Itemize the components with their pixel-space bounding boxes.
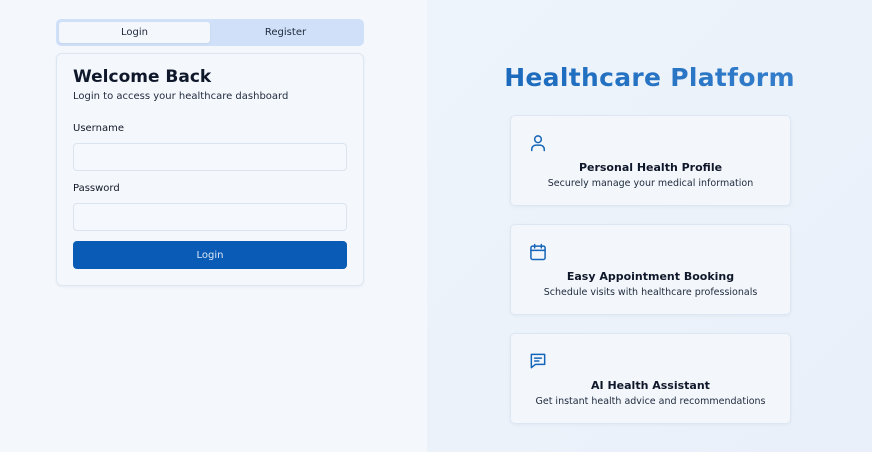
platform-title: Healthcare Platform xyxy=(427,63,872,92)
feature-card-booking: Easy Appointment Booking Schedule visits… xyxy=(510,224,791,315)
calendar-icon xyxy=(530,243,546,261)
feature-description: Securely manage your medical information xyxy=(547,178,754,189)
feature-card-assistant: AI Health Assistant Get instant health a… xyxy=(510,333,791,424)
tab-register[interactable]: Register xyxy=(210,22,361,43)
chat-icon xyxy=(530,353,546,369)
user-icon xyxy=(531,135,545,152)
feature-card-profile: Personal Health Profile Securely manage … xyxy=(510,115,791,206)
feature-description: Get instant health advice and recommenda… xyxy=(535,396,766,407)
feature-title: Personal Health Profile xyxy=(578,161,723,174)
tab-login[interactable]: Login xyxy=(59,22,210,43)
username-input[interactable] xyxy=(73,143,347,171)
password-label: Password xyxy=(73,183,120,194)
password-input[interactable] xyxy=(73,203,347,231)
feature-description: Schedule visits with healthcare professi… xyxy=(543,287,758,298)
login-title: Welcome Back xyxy=(73,67,212,87)
login-card: Welcome Back Login to access your health… xyxy=(56,53,364,286)
auth-tabs: Login Register xyxy=(56,19,364,46)
username-label: Username xyxy=(73,123,124,134)
login-button[interactable]: Login xyxy=(73,241,347,269)
feature-title: AI Health Assistant xyxy=(591,379,710,392)
feature-title: Easy Appointment Booking xyxy=(566,270,735,283)
login-subtitle: Login to access your healthcare dashboar… xyxy=(73,91,289,102)
